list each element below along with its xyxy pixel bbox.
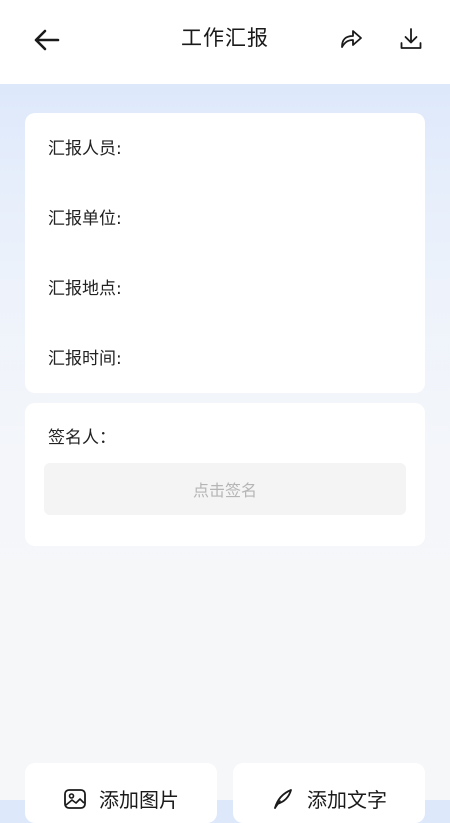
signature-card: 签名人： 点击签名 bbox=[25, 403, 425, 546]
location-row[interactable]: 汇报地点: bbox=[48, 277, 126, 301]
reporter-label: 汇报人员: bbox=[48, 139, 122, 159]
report-info-card: 汇报人员: 汇报单位: 汇报地点: 汇报时间: bbox=[25, 113, 425, 393]
share-icon bbox=[341, 30, 362, 48]
download-button[interactable] bbox=[394, 22, 428, 56]
time-row[interactable]: 汇报时间: bbox=[48, 347, 126, 371]
download-icon bbox=[400, 28, 422, 49]
back-arrow-icon bbox=[34, 29, 60, 51]
page-title: 工作汇报 bbox=[181, 26, 269, 50]
add-image-label: 添加图片 bbox=[99, 788, 179, 812]
back-button[interactable] bbox=[28, 22, 64, 58]
add-text-button[interactable]: 添加文字 bbox=[233, 763, 425, 823]
share-button[interactable] bbox=[334, 22, 368, 56]
unit-label: 汇报单位: bbox=[48, 209, 122, 229]
reporter-row[interactable]: 汇报人员: bbox=[48, 137, 126, 161]
add-text-label: 添加文字 bbox=[307, 788, 387, 812]
time-label: 汇报时间: bbox=[48, 349, 122, 369]
top-bar: 工作汇报 bbox=[0, 0, 450, 84]
location-label: 汇报地点: bbox=[48, 279, 122, 299]
add-image-button[interactable]: 添加图片 bbox=[25, 763, 217, 823]
signer-label: 签名人： bbox=[48, 428, 116, 448]
unit-row[interactable]: 汇报单位: bbox=[48, 207, 126, 231]
pen-icon bbox=[271, 787, 295, 811]
image-icon bbox=[63, 787, 87, 811]
signature-pad[interactable]: 点击签名 bbox=[44, 463, 406, 515]
